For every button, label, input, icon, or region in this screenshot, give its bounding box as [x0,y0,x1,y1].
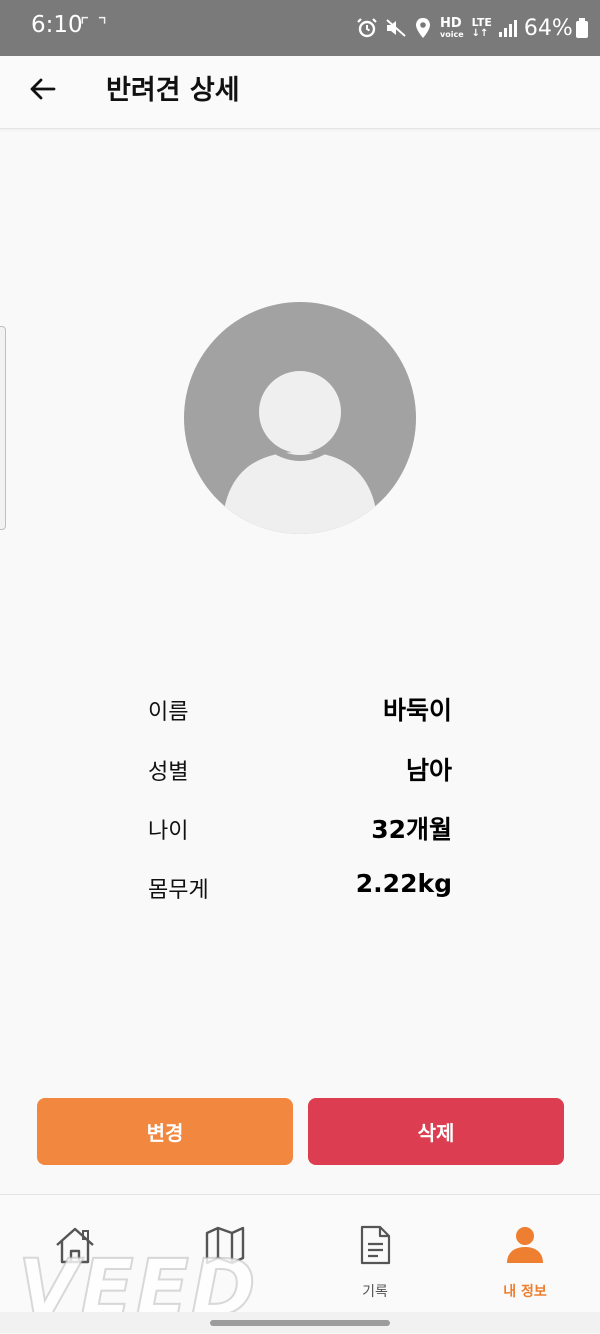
hd-label: HD [440,15,462,31]
info-row-weight: 몸무게 2.22kg [148,866,452,906]
location-icon [416,18,430,38]
home-indicator[interactable] [210,1320,390,1326]
screenshot-bracket-icon: ⌜ ⌝ [80,13,109,37]
battery-percent: 64% [523,15,573,41]
info-row-age: 나이 32개월 [148,807,452,847]
name-value: 바둑이 [382,696,452,725]
delete-button[interactable]: 삭제 [308,1098,564,1165]
alarm-icon [357,18,377,38]
gender-label: 성별 [148,760,189,785]
signal-icon [498,20,517,37]
edit-button[interactable]: 변경 [37,1098,293,1165]
age-label: 나이 [148,819,189,844]
status-bar: 6:10 ⌜ ⌝ HD voice LTE ↓↑ 64% [0,0,600,56]
battery-icon [575,18,588,38]
arrow-left-icon [30,78,56,100]
status-icons: HD voice LTE ↓↑ 64% [356,10,589,46]
nav-label-records: 기록 [362,1284,388,1300]
info-row-name: 이름 바둑이 [148,688,452,728]
nav-item-my-info[interactable]: 내 정보 [450,1195,600,1313]
pet-avatar[interactable] [184,302,416,534]
lte-label: LTE [471,16,492,29]
mute-icon [386,19,406,37]
nav-label-my-info: 내 정보 [503,1284,547,1300]
info-row-gender: 성별 남아 [148,748,452,788]
page-title: 반려견 상세 [106,75,240,106]
person-icon [507,1227,543,1263]
status-time: 6:10 [31,12,83,38]
age-value: 32개월 [371,815,452,844]
weight-value: 2.22kg [355,869,452,898]
document-icon [360,1225,391,1265]
app-bar: 반려견 상세 [0,56,600,129]
name-label: 이름 [148,700,189,725]
gender-value: 남아 [405,756,452,785]
weight-label: 몸무게 [148,878,209,903]
lte-icon: LTE ↓↑ [471,16,492,39]
hd-voice-icon: HD voice [440,17,464,40]
back-button[interactable] [22,69,62,109]
nav-item-records[interactable]: 기록 [300,1195,450,1313]
voice-label: voice [440,29,464,39]
side-panel-handle[interactable] [0,326,6,530]
person-placeholder-icon [222,363,378,534]
